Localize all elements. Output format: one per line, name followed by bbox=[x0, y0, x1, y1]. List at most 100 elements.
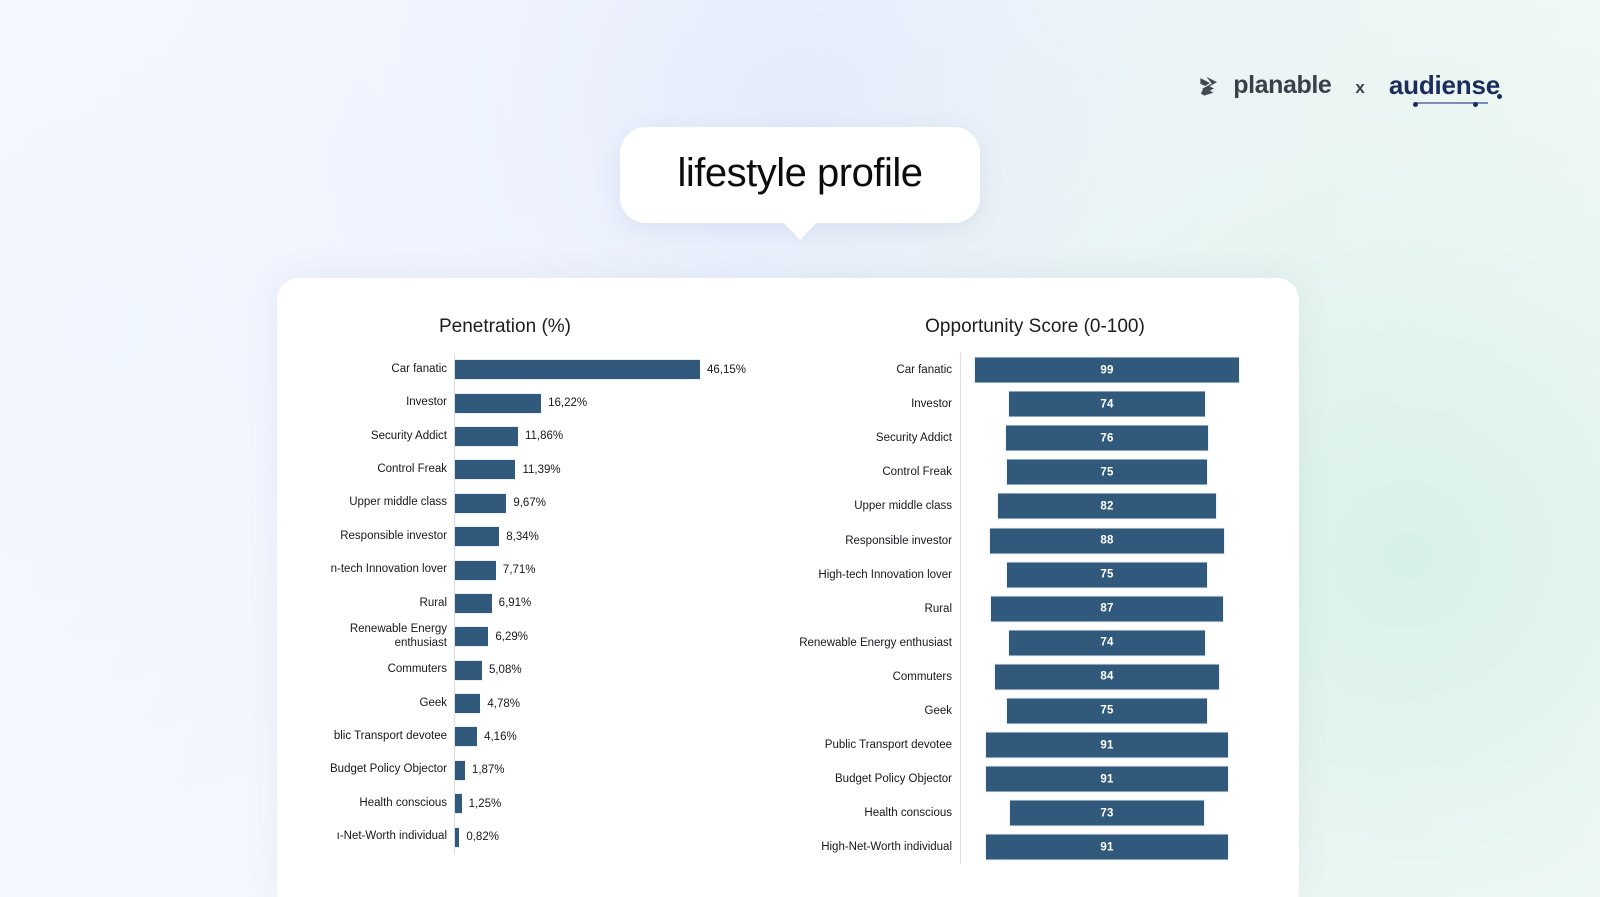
opportunity-value-label: 99 bbox=[1100, 364, 1114, 377]
opportunity-value-label: 91 bbox=[1100, 739, 1114, 752]
penetration-bar bbox=[455, 425, 518, 447]
penetration-bar bbox=[455, 726, 478, 748]
opportunity-bar-row: Responsible investor 88 bbox=[769, 523, 1299, 557]
penetration-category-label: Budget Policy Objector bbox=[330, 763, 447, 776]
opportunity-value-label: 75 bbox=[1100, 568, 1114, 581]
opportunity-bar-row: Investor 74 bbox=[769, 387, 1299, 421]
opportunity-bar-row: Car fanatic 99 bbox=[769, 353, 1299, 387]
opportunity-bar-track: 75 bbox=[961, 455, 1299, 489]
penetration-category-label: Security Addict bbox=[370, 429, 447, 442]
penetration-bar-row: Security Addict 11,86% bbox=[277, 420, 769, 453]
penetration-bar-row: n-tech Innovation lover 7,71% bbox=[277, 553, 769, 586]
penetration-bar-row: Control Freak 11,39% bbox=[277, 453, 769, 486]
penetration-bar bbox=[455, 392, 542, 414]
opportunity-value-label: 74 bbox=[1100, 636, 1114, 649]
opportunity-bar-track: 82 bbox=[961, 489, 1299, 523]
opportunity-bar-track: 91 bbox=[961, 830, 1299, 864]
opportunity-bar: 91 bbox=[984, 765, 1230, 793]
penetration-bar-row: Investor 16,22% bbox=[277, 386, 769, 419]
penetration-value-label: 4,78% bbox=[487, 697, 520, 710]
opportunity-bar: 87 bbox=[990, 595, 1224, 623]
penetration-value-label: 1,87% bbox=[471, 764, 505, 777]
opportunity-bar-row: Security Addict 76 bbox=[769, 421, 1299, 455]
penetration-bar bbox=[455, 526, 500, 548]
opportunity-category-label: Rural bbox=[924, 602, 952, 615]
opportunity-bar: 91 bbox=[984, 833, 1230, 861]
penetration-bar-row: Car fanatic 46,15% bbox=[277, 353, 769, 386]
penetration-bar bbox=[455, 793, 462, 815]
penetration-value-label: 11,39% bbox=[522, 463, 561, 476]
opportunity-category-label: Health conscious bbox=[864, 807, 952, 820]
opportunity-bar-track: 76 bbox=[961, 421, 1299, 455]
penetration-category-label: Rural bbox=[419, 596, 447, 609]
penetration-bar bbox=[455, 559, 496, 581]
planable-logo[interactable]: planable bbox=[1196, 71, 1332, 100]
penetration-value-label: 6,29% bbox=[495, 630, 528, 643]
opportunity-bar-track: 84 bbox=[961, 660, 1299, 694]
penetration-category-label: ı-Net-Worth individual bbox=[336, 830, 447, 843]
penetration-category-label: Upper middle class bbox=[349, 496, 447, 509]
penetration-bar-row: Renewable Energy enthusiast 6,29% bbox=[277, 620, 769, 653]
penetration-bar bbox=[455, 359, 700, 381]
penetration-category-label: Control Freak bbox=[377, 462, 447, 475]
audiense-trailing-dot bbox=[1497, 94, 1502, 99]
penetration-bar-row: Rural 6,91% bbox=[277, 587, 769, 620]
chart-panels: Penetration (%) Car fanatic 46,15% Investo… bbox=[277, 278, 1299, 897]
penetration-category-label: n-tech Innovation lover bbox=[330, 563, 447, 576]
opportunity-bar-row: Budget Policy Objector 91 bbox=[769, 762, 1299, 796]
opportunity-category-label: Budget Policy Objector bbox=[835, 773, 952, 786]
audiense-logo[interactable]: audiense bbox=[1388, 70, 1502, 107]
penetration-category-label: Renewable Energy enthusiast bbox=[349, 623, 447, 649]
opportunity-bar: 82 bbox=[996, 492, 1218, 520]
opportunity-bar: 75 bbox=[1006, 458, 1208, 486]
opportunity-value-label: 74 bbox=[1100, 398, 1114, 411]
penetration-value-label: 8,34% bbox=[506, 530, 539, 543]
penetration-bar-row: Geek 4,78% bbox=[277, 687, 769, 720]
opportunity-bar-row: Control Freak 75 bbox=[769, 455, 1299, 489]
opportunity-bar-track: 74 bbox=[961, 626, 1299, 660]
penetration-category-label: Geek bbox=[419, 696, 448, 709]
penetration-bar bbox=[455, 759, 465, 781]
planable-wordmark: planable bbox=[1233, 71, 1332, 99]
opportunity-bar-row: High-Net-Worth individual 91 bbox=[769, 830, 1299, 864]
page-title: lifestyle profile bbox=[677, 151, 923, 195]
opportunity-bar: 76 bbox=[1004, 424, 1210, 452]
title-bubble-wrapper: lifestyle profile bbox=[0, 127, 1600, 240]
penetration-value-label: 1,25% bbox=[468, 797, 502, 810]
brand-separator: x bbox=[1355, 77, 1365, 97]
penetration-chart-panel: Penetration (%) Car fanatic 46,15% Investo… bbox=[277, 278, 769, 897]
paper-plane-icon bbox=[1200, 76, 1218, 96]
penetration-bar bbox=[455, 626, 489, 648]
opportunity-value-label: 91 bbox=[1100, 773, 1114, 786]
opportunity-bar-track: 75 bbox=[961, 694, 1299, 728]
penetration-value-label: 4,16% bbox=[484, 730, 517, 743]
opportunity-value-label: 88 bbox=[1100, 534, 1114, 547]
opportunity-bar-row: High-tech Innovation lover 75 bbox=[769, 558, 1299, 592]
opportunity-chart-rows: Car fanatic 99 Investor 74 Security Addict 76… bbox=[769, 353, 1299, 865]
opportunity-category-label: Public Transport devotee bbox=[824, 739, 952, 752]
penetration-category-label: blic Transport devotee bbox=[333, 730, 447, 743]
opportunity-category-label: Investor bbox=[911, 398, 952, 411]
opportunity-bar-row: Health conscious 73 bbox=[769, 796, 1299, 830]
penetration-bar-row: Upper middle class 9,67% bbox=[277, 487, 769, 520]
penetration-chart-title: Penetration (%) bbox=[438, 316, 571, 337]
opportunity-category-label: Security Addict bbox=[875, 432, 952, 445]
penetration-bar-row: Commuters 5,08% bbox=[277, 654, 769, 687]
penetration-category-label: Commuters bbox=[387, 663, 447, 676]
penetration-value-label: 11,86% bbox=[524, 430, 564, 443]
opportunity-bar: 75 bbox=[1006, 561, 1208, 589]
audiense-wordmark: audiense bbox=[1388, 70, 1500, 100]
opportunity-bar-track: 73 bbox=[961, 796, 1299, 830]
opportunity-bar-track: 99 bbox=[961, 353, 1299, 387]
audiense-dot-left bbox=[1412, 102, 1418, 107]
opportunity-bar: 84 bbox=[994, 663, 1220, 691]
penetration-bar bbox=[455, 693, 481, 715]
opportunity-bar-track: 74 bbox=[961, 387, 1299, 421]
opportunity-bar-row: Upper middle class 82 bbox=[769, 489, 1299, 523]
opportunity-bar-row: Renewable Energy enthusiast 74 bbox=[769, 626, 1299, 660]
opportunity-bar-row: Geek 75 bbox=[769, 694, 1299, 728]
opportunity-value-label: 75 bbox=[1100, 704, 1114, 717]
opportunity-category-label: Control Freak bbox=[882, 466, 952, 479]
opportunity-category-label: Geek bbox=[924, 704, 953, 717]
opportunity-bar-row: Public Transport devotee 91 bbox=[769, 728, 1299, 762]
